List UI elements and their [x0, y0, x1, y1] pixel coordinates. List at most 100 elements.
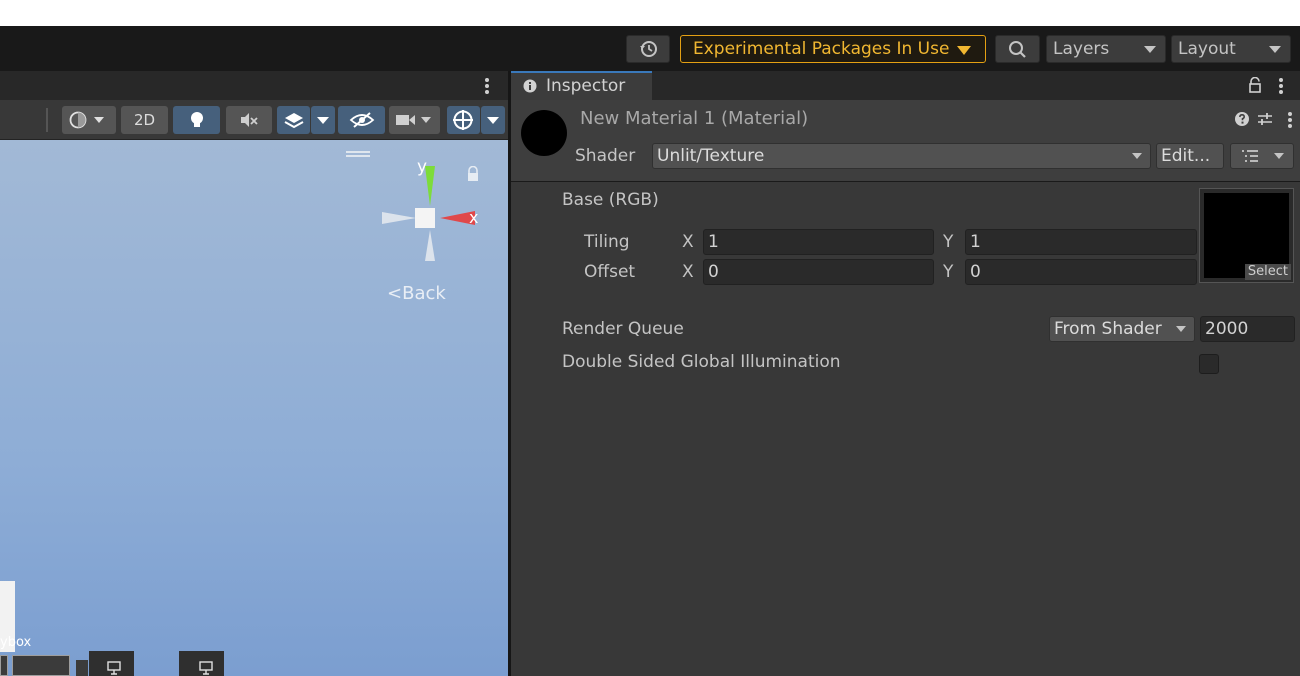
camera-settings-dropdown[interactable] [389, 106, 440, 134]
audio-muted-icon [241, 113, 258, 127]
layers-dropdown[interactable]: Layers [1046, 35, 1166, 63]
scene-viewport[interactable]: y x <Back ybox [0, 140, 508, 676]
render-queue-option: From Shader [1054, 319, 1162, 339]
info-icon [523, 79, 537, 93]
toggle-2d-label: 2D [133, 111, 156, 129]
tab-inspector-label: Inspector [546, 76, 626, 96]
tiling-x-label: X [682, 232, 694, 252]
material-properties: Base (RGB) Tiling X 1 Y 1 Offset X 0 Y 0… [511, 182, 1300, 676]
shader-edit-label: Edit... [1161, 146, 1211, 166]
shader-label: Shader [575, 146, 636, 166]
chevron-down-icon [1132, 153, 1142, 159]
scene-tab-bar [0, 71, 508, 100]
layout-label: Layout [1178, 39, 1236, 59]
tiling-x-field[interactable]: 1 [703, 229, 934, 255]
offset-y-label: Y [943, 262, 954, 282]
inspector-tab-bar: Inspector [511, 71, 1300, 100]
scene-toolbar: 2D [0, 100, 508, 140]
help-icon[interactable] [1234, 111, 1250, 127]
lock-icon[interactable] [1248, 77, 1262, 93]
more-options-icon[interactable] [1285, 111, 1295, 129]
offset-x-label: X [682, 262, 694, 282]
effects-toggle-button[interactable] [277, 106, 310, 134]
layers-label: Layers [1053, 39, 1110, 59]
main-toolbar: Experimental Packages In Use Layers Layo… [0, 26, 1300, 71]
render-queue-dropdown[interactable]: From Shader [1049, 316, 1195, 342]
base-rgb-label: Base (RGB) [562, 190, 659, 210]
chevron-down-icon [317, 117, 329, 124]
experimental-dropdown-icon [957, 46, 971, 55]
shader-edit-button[interactable]: Edit... [1156, 143, 1224, 169]
offset-y-field[interactable]: 0 [965, 259, 1197, 285]
scene-object[interactable] [179, 651, 224, 676]
texture-slot[interactable]: Select [1199, 188, 1294, 283]
more-options-icon[interactable] [1276, 77, 1286, 95]
chevron-down-icon [1176, 326, 1186, 332]
tiling-y-value: 1 [970, 232, 981, 252]
gizmos-dropdown-button[interactable] [481, 106, 505, 134]
lightbulb-icon [191, 112, 203, 127]
gizmo-y-axis-label: y [417, 157, 428, 177]
chevron-down-icon [1274, 153, 1284, 159]
toggle-2d-button[interactable]: 2D [121, 106, 168, 134]
view-direction-text: Back [402, 283, 446, 304]
chevron-down-icon [1269, 46, 1281, 53]
render-queue-value: 2000 [1205, 319, 1249, 339]
tiling-y-label: Y [943, 232, 954, 252]
scene-object[interactable] [76, 660, 88, 676]
toolbar-separator [46, 108, 48, 132]
lock-icon[interactable] [466, 166, 480, 182]
layout-dropdown[interactable]: Layout [1171, 35, 1291, 63]
preset-settings-icon[interactable] [1257, 111, 1273, 127]
history-button[interactable] [626, 35, 670, 63]
effects-dropdown-button[interactable] [311, 106, 335, 134]
experimental-packages-label: Experimental Packages In Use [693, 39, 950, 59]
list-icon [1242, 150, 1258, 162]
material-header: New Material 1 (Material) Shader Unlit/T… [511, 100, 1300, 182]
material-title: New Material 1 (Material) [580, 108, 809, 129]
scene-object-label: ybox [0, 635, 32, 650]
gizmo-globe-icon [453, 110, 473, 130]
texture-select-button[interactable]: Select [1244, 264, 1291, 280]
eye-crossed-icon [349, 112, 375, 128]
shader-dropdown[interactable]: Unlit/Texture [652, 143, 1151, 169]
offset-x-value: 0 [708, 262, 719, 282]
shading-mode-icon [69, 111, 104, 129]
tiling-x-value: 1 [708, 232, 719, 252]
history-icon [640, 41, 657, 57]
scene-object[interactable] [0, 655, 8, 676]
view-direction-arrow: < [387, 283, 403, 304]
render-queue-label: Render Queue [562, 319, 684, 339]
hidden-objects-toggle-button[interactable] [338, 106, 385, 134]
gizmos-toggle-button[interactable] [447, 106, 480, 134]
search-button[interactable] [995, 35, 1040, 63]
shader-value: Unlit/Texture [657, 146, 765, 166]
texture-select-label: Select [1247, 264, 1288, 279]
draw-mode-dropdown[interactable] [62, 106, 116, 134]
offset-y-value: 0 [970, 262, 981, 282]
double-sided-gi-checkbox[interactable] [1199, 354, 1219, 374]
shader-options-dropdown[interactable] [1230, 143, 1294, 169]
toggle-audio-button[interactable] [226, 106, 272, 134]
screen-icon [199, 661, 213, 675]
chevron-down-icon [487, 117, 499, 124]
material-preview-sphere [521, 110, 567, 156]
offset-label: Offset [584, 262, 636, 282]
camera-icon [396, 115, 431, 125]
gizmo-drag-handle[interactable] [346, 151, 370, 157]
more-options-icon[interactable] [482, 77, 492, 95]
scene-object[interactable] [12, 655, 70, 676]
scene-object[interactable] [89, 651, 134, 676]
effects-layers-icon [284, 113, 304, 129]
tab-inspector[interactable]: Inspector [511, 71, 652, 100]
render-queue-field[interactable]: 2000 [1200, 316, 1295, 342]
tiling-label: Tiling [584, 232, 630, 252]
screen-icon [107, 661, 121, 675]
toggle-lighting-button[interactable] [173, 106, 220, 134]
view-direction-label[interactable]: <Back [387, 283, 446, 304]
chevron-down-icon [1144, 46, 1156, 53]
tiling-y-field[interactable]: 1 [965, 229, 1197, 255]
offset-x-field[interactable]: 0 [703, 259, 934, 285]
experimental-packages-button[interactable]: Experimental Packages In Use [680, 35, 986, 63]
double-sided-gi-label: Double Sided Global Illumination [562, 352, 841, 372]
